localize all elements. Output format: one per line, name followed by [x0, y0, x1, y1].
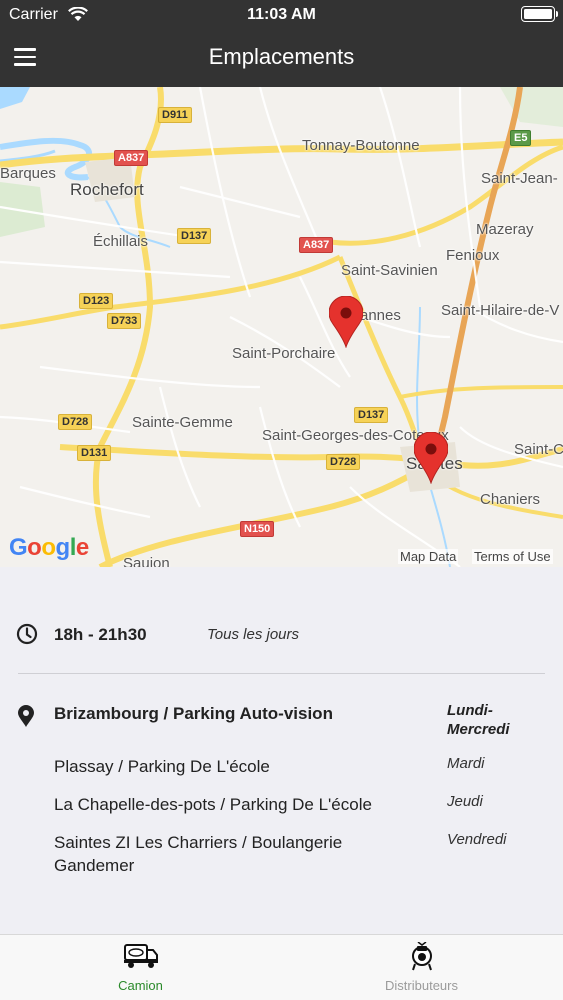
location-place: La Chapelle-des-pots / Parking De L'écol… — [54, 795, 372, 814]
vending-machine-icon — [410, 941, 434, 977]
hours-text: 18h - 21h30 — [54, 625, 147, 644]
map-label-saint-c: Saint-C — [514, 441, 563, 458]
tab-distributeurs[interactable]: Distributeurs — [281, 935, 562, 1000]
status-bar: Carrier 11:03 AM — [0, 0, 563, 30]
map-view[interactable]: Barques Rochefort Tonnay-Boutonne Saint-… — [0, 87, 563, 567]
top-bar: Carrier 11:03 AM Emplacements — [0, 0, 563, 87]
road-badge: A837 — [299, 237, 334, 253]
location-place: Brizambourg / Parking Auto-vision — [54, 704, 333, 723]
map-marker-pin[interactable] — [328, 295, 364, 349]
clock-icon — [16, 623, 38, 650]
map-label-saint-hilaire: Saint-Hilaire-de-V — [441, 302, 560, 319]
status-time: 11:03 AM — [247, 6, 316, 23]
map-label-rochefort: Rochefort — [70, 180, 144, 199]
map-background — [0, 87, 563, 567]
location-day: Vendredi — [447, 831, 507, 848]
divider — [18, 673, 545, 674]
road-badge: D123 — [79, 293, 114, 309]
map-label-annes: annes — [360, 307, 401, 324]
road-badge: N150 — [240, 521, 275, 537]
road-badge: D728 — [326, 454, 361, 470]
road-badge: D131 — [77, 445, 112, 461]
location-place: Saintes ZI Les Charriers / Boulangerie Ga… — [54, 833, 343, 875]
map-label-tonnay-boutonne: Tonnay-Boutonne — [302, 137, 420, 154]
map-label-saint-jean: Saint-Jean- — [481, 170, 558, 187]
hours-row: 18h - 21h30 Tous les jours — [0, 617, 563, 653]
road-badge: D137 — [354, 407, 389, 423]
tab-camion[interactable]: Camion — [0, 935, 281, 1000]
map-label-saujon: Saujon — [123, 555, 170, 567]
tab-label: Camion — [118, 978, 163, 993]
road-badge: E5 — [510, 130, 532, 146]
road-badge: D911 — [158, 107, 192, 123]
map-label-saint-porchaire: Saint-Porchaire — [232, 345, 336, 362]
location-day: Lundi- Mercredi — [447, 702, 510, 738]
navigation-bar: Emplacements — [0, 30, 563, 87]
map-data-link[interactable]: Map Data — [398, 549, 459, 564]
map-label-barques: Barques — [0, 165, 56, 182]
map-label-chaniers: Chaniers — [480, 491, 541, 508]
map-label-fenioux: Fenioux — [446, 247, 500, 264]
schedule-section: 18h - 21h30 Tous les jours Brizambourg /… — [0, 567, 563, 934]
battery-icon — [521, 6, 558, 22]
map-label-saint-savinien: Saint-Savinien — [341, 262, 438, 279]
tab-bar: Camion Distributeurs — [0, 934, 563, 1000]
terms-of-use-link[interactable]: Terms of Use — [472, 549, 553, 564]
location-day: Mardi — [447, 755, 485, 772]
map-marker-pin[interactable] — [413, 431, 449, 485]
map-label-mazeray: Mazeray — [476, 221, 534, 238]
truck-icon — [123, 942, 159, 975]
map-label-echillais: Échillais — [93, 233, 149, 250]
page-title: Emplacements — [208, 44, 355, 69]
google-logo: Google — [9, 534, 89, 561]
map-label-sainte-gemme: Sainte-Gemme — [132, 414, 233, 431]
location-place: Plassay / Parking De L'école — [54, 757, 270, 776]
road-badge: D728 — [58, 414, 93, 430]
road-badge: D733 — [107, 313, 142, 329]
days-text: Tous les jours — [207, 626, 299, 643]
tab-label: Distributeurs — [385, 978, 458, 993]
location-day: Jeudi — [447, 793, 483, 810]
road-badge: D137 — [177, 228, 212, 244]
location-pin-icon — [16, 704, 36, 733]
road-badge: A837 — [114, 150, 149, 166]
